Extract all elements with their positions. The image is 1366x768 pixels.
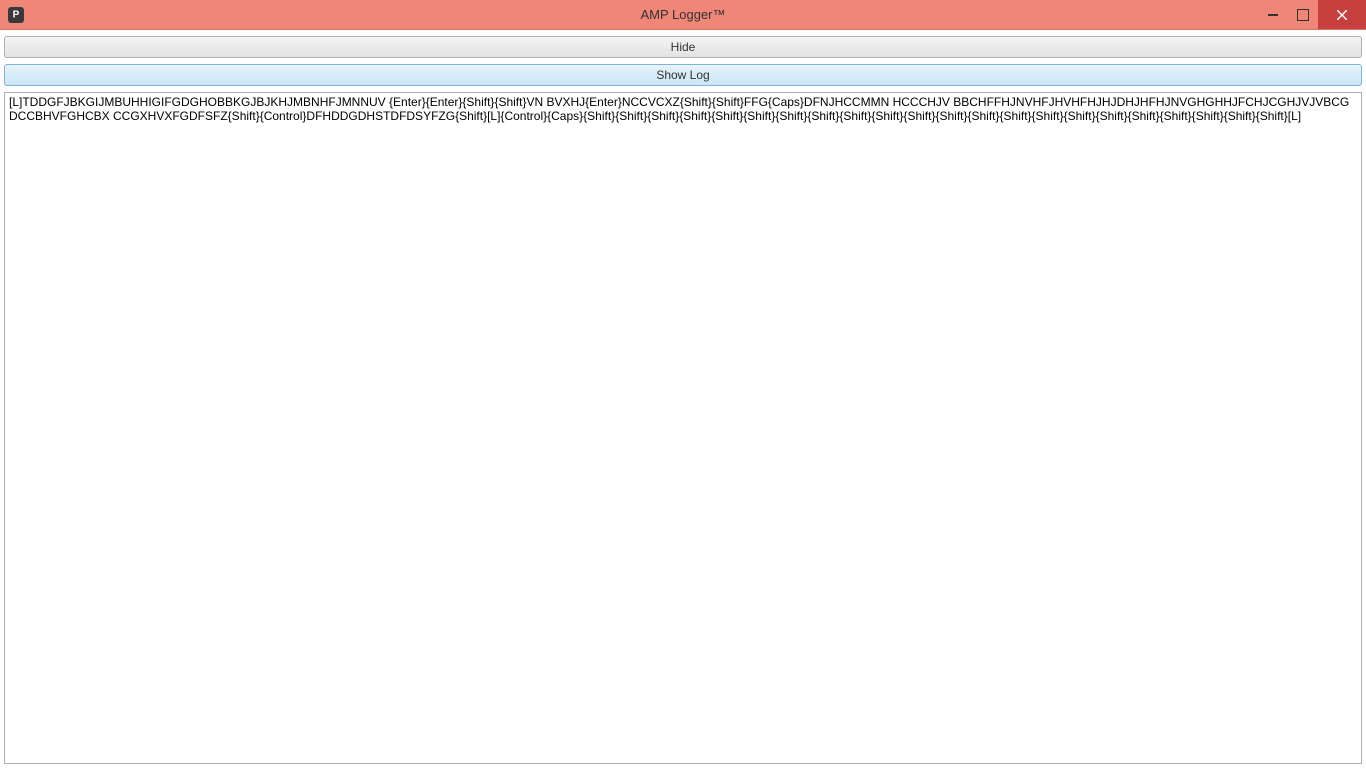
close-button[interactable] (1318, 0, 1366, 29)
close-icon (1337, 10, 1347, 20)
maximize-button[interactable] (1288, 0, 1318, 29)
window-title: AMP Logger™ (640, 7, 725, 22)
show-log-button[interactable]: Show Log (4, 64, 1362, 86)
window-controls (1258, 0, 1366, 29)
minimize-button[interactable] (1258, 0, 1288, 29)
titlebar: AMP Logger™ (0, 0, 1366, 30)
hide-button[interactable]: Hide (4, 36, 1362, 58)
content-area: Hide Show Log [L]TDDGFJBKGIJMBUHHIGIFGDG… (0, 30, 1366, 768)
app-icon (8, 7, 24, 23)
log-textarea[interactable]: [L]TDDGFJBKGIJMBUHHIGIFGDGHOBBKGJBJKHJMB… (4, 92, 1362, 764)
